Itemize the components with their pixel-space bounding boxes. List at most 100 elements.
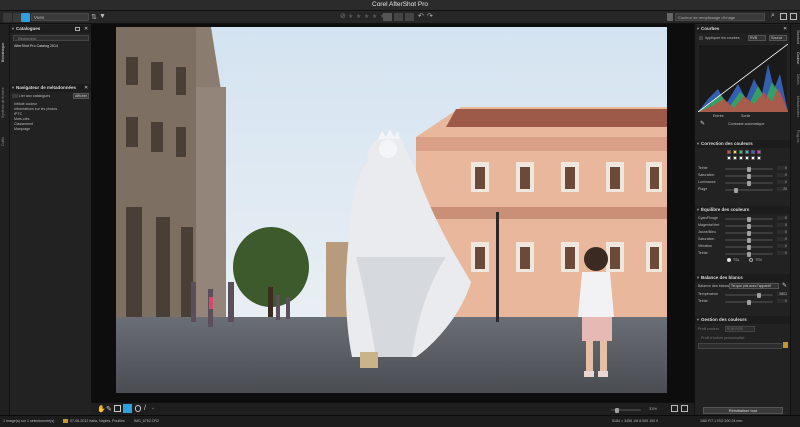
close-icon[interactable]: ✕ xyxy=(84,26,88,32)
tab-tools[interactable]: Outils xyxy=(1,126,9,146)
crop-icon[interactable] xyxy=(114,405,121,412)
color-swatch[interactable] xyxy=(733,156,737,160)
color-swatch[interactable] xyxy=(751,150,755,154)
color-balance-knob[interactable] xyxy=(747,223,751,229)
color-swatch[interactable] xyxy=(739,150,743,154)
catalog-item[interactable]: AfterShot Pro Catalog 2014 xyxy=(14,44,58,48)
profile-select[interactable] xyxy=(698,343,782,349)
rotate-left-icon[interactable]: ↶ xyxy=(418,12,424,20)
color-balance-slider[interactable] xyxy=(725,237,773,243)
pipette-icon[interactable]: ✎ xyxy=(106,405,112,413)
white-balance-header[interactable]: ▼ Balance des blancs xyxy=(695,274,790,282)
add-catalog-icon[interactable] xyxy=(75,27,80,31)
close-icon[interactable]: ✕ xyxy=(84,85,88,91)
color-swatch[interactable] xyxy=(727,150,731,154)
white-balance-slider[interactable] xyxy=(725,292,773,298)
single-view-icon[interactable] xyxy=(21,13,30,22)
tab-library[interactable]: Bibliothèque xyxy=(1,32,9,62)
tab-color[interactable]: Couleur xyxy=(792,52,800,70)
color-correction-slider[interactable] xyxy=(725,180,773,186)
fullscreen-icon[interactable] xyxy=(790,13,797,20)
photo-preview[interactable] xyxy=(116,27,667,393)
color-swatch[interactable] xyxy=(745,150,749,154)
reset-all-button[interactable]: Réinitialiser tout xyxy=(703,407,783,414)
zoom-knob[interactable] xyxy=(615,407,619,413)
preset-icon[interactable] xyxy=(667,13,673,21)
tab-plugins[interactable]: Plug-ins xyxy=(792,130,800,150)
channel-select[interactable]: RVB xyxy=(748,35,766,41)
apply-curves-checkbox[interactable] xyxy=(699,36,703,40)
metadata-item[interactable]: Marquage xyxy=(14,127,30,131)
view-select[interactable]: Vues xyxy=(31,13,89,21)
color-swatch[interactable] xyxy=(739,156,743,160)
redeye-icon[interactable] xyxy=(135,405,141,412)
color-correction-slider[interactable] xyxy=(725,173,773,179)
curves-header[interactable]: ▼ Courbes xyxy=(695,25,790,33)
star-icon[interactable]: ★ xyxy=(348,13,353,20)
tsv-radio[interactable] xyxy=(749,258,753,262)
color-correction-knob[interactable] xyxy=(733,187,738,193)
rotate-right-icon[interactable]: ↷ xyxy=(427,12,433,20)
color-balance-knob[interactable] xyxy=(747,216,751,222)
color-balance-knob[interactable] xyxy=(747,251,751,257)
tsl-radio[interactable] xyxy=(727,258,731,262)
tab-filesystem[interactable]: Système de fichiers xyxy=(1,74,9,118)
curve-mode-select[interactable]: Source xyxy=(769,35,787,41)
hand-tool-icon[interactable]: ✋ xyxy=(97,405,106,413)
histogram-curve[interactable] xyxy=(698,44,788,112)
color-balance-slider[interactable] xyxy=(725,216,773,222)
color-correction-slider[interactable] xyxy=(725,187,773,193)
color-swatch[interactable] xyxy=(757,156,761,160)
color-balance-knob[interactable] xyxy=(747,237,751,243)
sort-icon[interactable]: ⇅ xyxy=(91,13,97,21)
color-balance-slider[interactable] xyxy=(725,244,773,250)
color-correction-value[interactable]: 0 xyxy=(777,173,787,177)
color-balance-header[interactable]: ▼ Équilibre des couleurs xyxy=(695,206,790,214)
color-balance-slider[interactable] xyxy=(725,230,773,236)
brush-icon[interactable]: / xyxy=(144,405,146,412)
folder-icon[interactable] xyxy=(783,342,788,348)
metadata-header[interactable]: ▼ Navigateur de métadonnées xyxy=(10,84,91,92)
color-correction-knob[interactable] xyxy=(747,180,751,186)
color-balance-value[interactable]: 0 xyxy=(777,251,787,255)
color-space-select[interactable]: RGB RGB xyxy=(725,326,755,332)
compare-icon[interactable] xyxy=(780,13,787,20)
color-balance-knob[interactable] xyxy=(747,230,751,236)
close-icon[interactable]: ✕ xyxy=(783,26,787,32)
fit-icon[interactable] xyxy=(671,405,678,412)
star-icon[interactable]: ★ xyxy=(364,13,369,20)
color-balance-value[interactable]: 0 xyxy=(777,244,787,248)
color-swatch[interactable] xyxy=(733,150,737,154)
catalog-search-input[interactable]: Rechercher xyxy=(13,35,89,41)
eyedropper-icon[interactable]: ✎ xyxy=(700,120,705,127)
metadata-item[interactable]: IPTC xyxy=(14,112,22,116)
color-balance-value[interactable]: 0 xyxy=(777,223,787,227)
tag-icon[interactable] xyxy=(394,13,403,21)
white-balance-slider[interactable] xyxy=(725,299,773,305)
color-swatch[interactable] xyxy=(745,156,749,160)
white-balance-value[interactable]: 5801 xyxy=(777,292,787,296)
metadata-item[interactable]: Informations sur les photos xyxy=(14,107,57,111)
color-balance-slider[interactable] xyxy=(725,251,773,257)
color-correction-slider[interactable] xyxy=(725,166,773,172)
color-balance-value[interactable]: 0 xyxy=(777,230,787,234)
white-balance-knob[interactable] xyxy=(747,299,751,305)
color-balance-knob[interactable] xyxy=(747,244,751,250)
auto-contrast-label[interactable]: Contraste automatique xyxy=(728,122,764,126)
color-swatch[interactable] xyxy=(757,150,761,154)
color-swatch[interactable] xyxy=(751,156,755,160)
white-balance-knob[interactable] xyxy=(756,292,761,298)
link-checkbox[interactable] xyxy=(12,94,18,98)
wb-select[interactable]: Tel que pris avec l'appareil xyxy=(729,283,779,289)
color-label-icon[interactable] xyxy=(383,13,392,21)
metadata-item[interactable]: Classement xyxy=(14,122,33,126)
metadata-item[interactable]: Intitulé couleur xyxy=(14,102,37,106)
color-correction-knob[interactable] xyxy=(747,173,751,179)
tab-details[interactable]: Détails xyxy=(792,74,800,92)
tab-metadata[interactable]: Métadonnées xyxy=(792,96,800,126)
straighten-icon[interactable] xyxy=(123,404,132,413)
eyedropper-icon[interactable]: ✎ xyxy=(782,282,787,289)
color-swatch[interactable] xyxy=(727,156,731,160)
color-correction-header[interactable]: ▼ Correction des couleurs xyxy=(695,140,790,148)
search-icon[interactable]: ⌕ xyxy=(771,12,775,20)
